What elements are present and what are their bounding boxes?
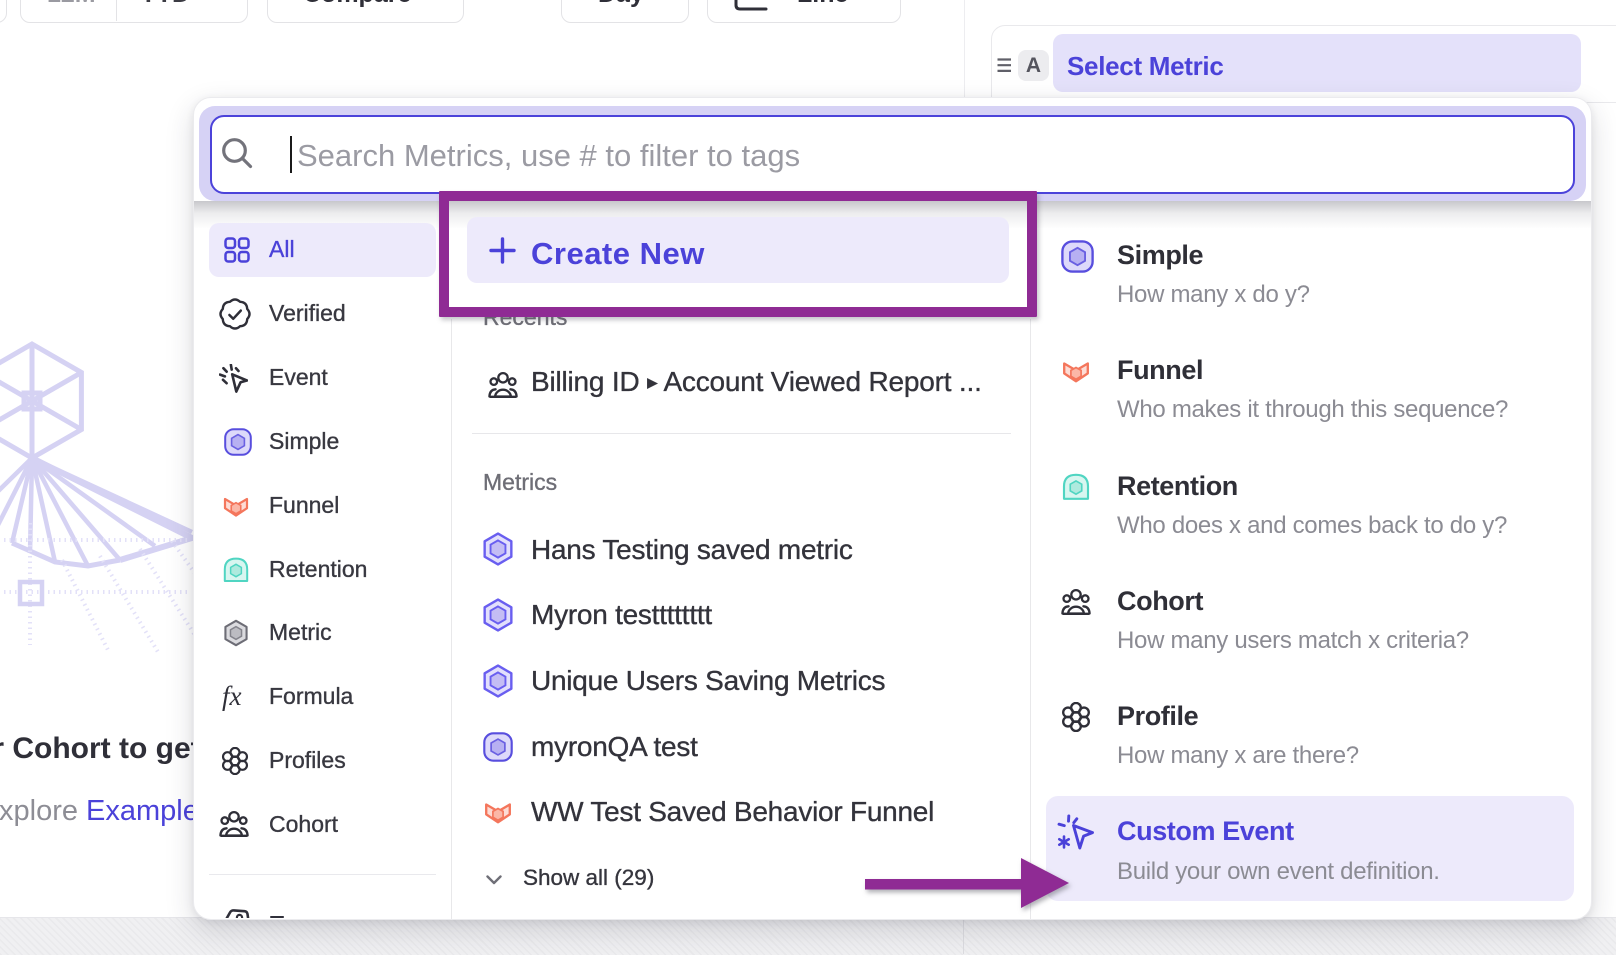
svg-text:fx: fx <box>222 683 242 711</box>
